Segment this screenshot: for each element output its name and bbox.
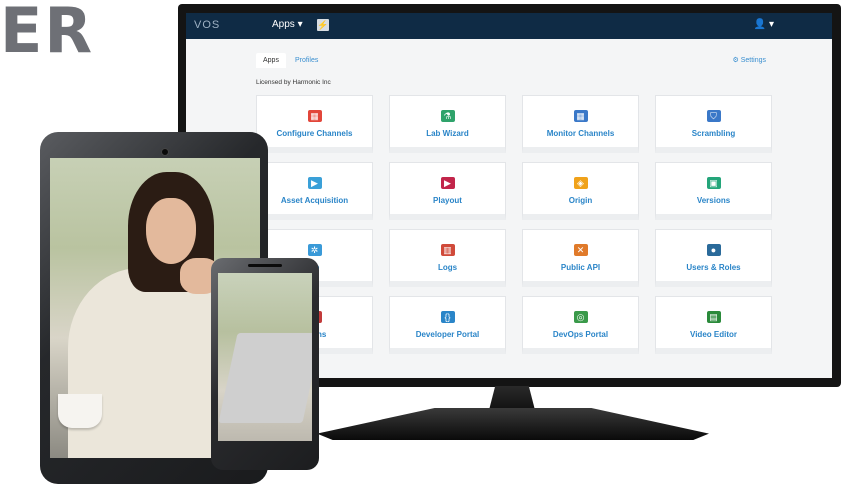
app-tile-4[interactable]: ⛉ Scrambling <box>655 95 772 153</box>
tile-label: Scrambling <box>691 129 736 138</box>
tab-apps[interactable]: Apps <box>256 53 286 68</box>
app-tile-11[interactable]: ✕ Public API <box>522 229 639 287</box>
logs-icon: ▥ <box>440 244 455 256</box>
brand-logo[interactable]: VOS <box>194 19 220 31</box>
tile-label: Logs <box>437 263 458 272</box>
app-tile-6[interactable]: ▶ Playout <box>389 162 506 220</box>
app-tile-14[interactable]: {} Developer Portal <box>389 296 506 354</box>
flask-icon: ⚗ <box>440 110 455 122</box>
app-tile-16[interactable]: ▤ Video Editor <box>655 296 772 354</box>
app-tile-10[interactable]: ▥ Logs <box>389 229 506 287</box>
target-icon: ◎ <box>573 311 588 323</box>
calendar-icon: ▦ <box>307 110 322 122</box>
tab-profiles[interactable]: Profiles <box>288 53 325 68</box>
tile-label: Asset Acquisition <box>280 196 349 205</box>
settings-link[interactable]: ⚙ Settings <box>732 56 766 64</box>
app-tile-5[interactable]: ▶ Asset Acquisition <box>256 162 373 220</box>
hub-icon: ✲ <box>307 244 322 256</box>
app-tile-2[interactable]: ⚗ Lab Wizard <box>389 95 506 153</box>
top-navbar: VOS Apps ▾ ⚡ 👤 ▾ <box>186 13 832 39</box>
camera-icon: ▶ <box>307 177 322 189</box>
box-icon: ◈ <box>573 177 588 189</box>
play-icon: ▶ <box>440 177 455 189</box>
logo-text: ER <box>0 0 95 67</box>
tablet-camera <box>161 148 169 156</box>
tile-label: Monitor Channels <box>546 129 615 138</box>
tile-label: Origin <box>568 196 593 205</box>
tile-label: Playout <box>433 196 462 205</box>
tile-label: Developer Portal <box>415 330 480 339</box>
app-tile-7[interactable]: ◈ Origin <box>522 162 639 220</box>
tile-label: Versions <box>696 196 731 205</box>
tile-label: DevOps Portal <box>552 330 609 339</box>
tile-label: Public API <box>560 263 601 272</box>
tv-stand-base <box>317 408 709 440</box>
app-tile-8[interactable]: ▣ Versions <box>655 162 772 220</box>
tile-label: Lab Wizard <box>426 129 469 138</box>
user-icon: ● <box>706 244 721 256</box>
tile-label: Video Editor <box>690 330 737 339</box>
user-menu[interactable]: 👤 ▾ <box>754 19 774 30</box>
woman-face <box>146 198 196 264</box>
tile-label: Users & Roles <box>686 263 741 272</box>
phone-speaker <box>248 264 282 267</box>
bolt-icon[interactable]: ⚡ <box>317 19 329 31</box>
grid-icon: ▦ <box>573 110 588 122</box>
app-tile-12[interactable]: ● Users & Roles <box>655 229 772 287</box>
app-tile-3[interactable]: ▦ Monitor Channels <box>522 95 639 153</box>
tile-label: Configure Channels <box>276 129 353 138</box>
app-tile-15[interactable]: ◎ DevOps Portal <box>522 296 639 354</box>
copy-icon: ▣ <box>706 177 721 189</box>
apps-menu[interactable]: Apps ▾ <box>272 19 303 30</box>
coffee-mug <box>58 394 102 428</box>
license-text: Licensed by Harmonic Inc <box>256 79 331 86</box>
tools-icon: ✕ <box>573 244 588 256</box>
braces-icon: {} <box>440 311 455 323</box>
phone-screen-photo <box>218 273 312 441</box>
film-icon: ▤ <box>706 311 721 323</box>
app-tile-1[interactable]: ▦ Configure Channels <box>256 95 373 153</box>
shield-icon: ⛉ <box>706 110 721 122</box>
laptop-in-photo <box>218 333 312 423</box>
